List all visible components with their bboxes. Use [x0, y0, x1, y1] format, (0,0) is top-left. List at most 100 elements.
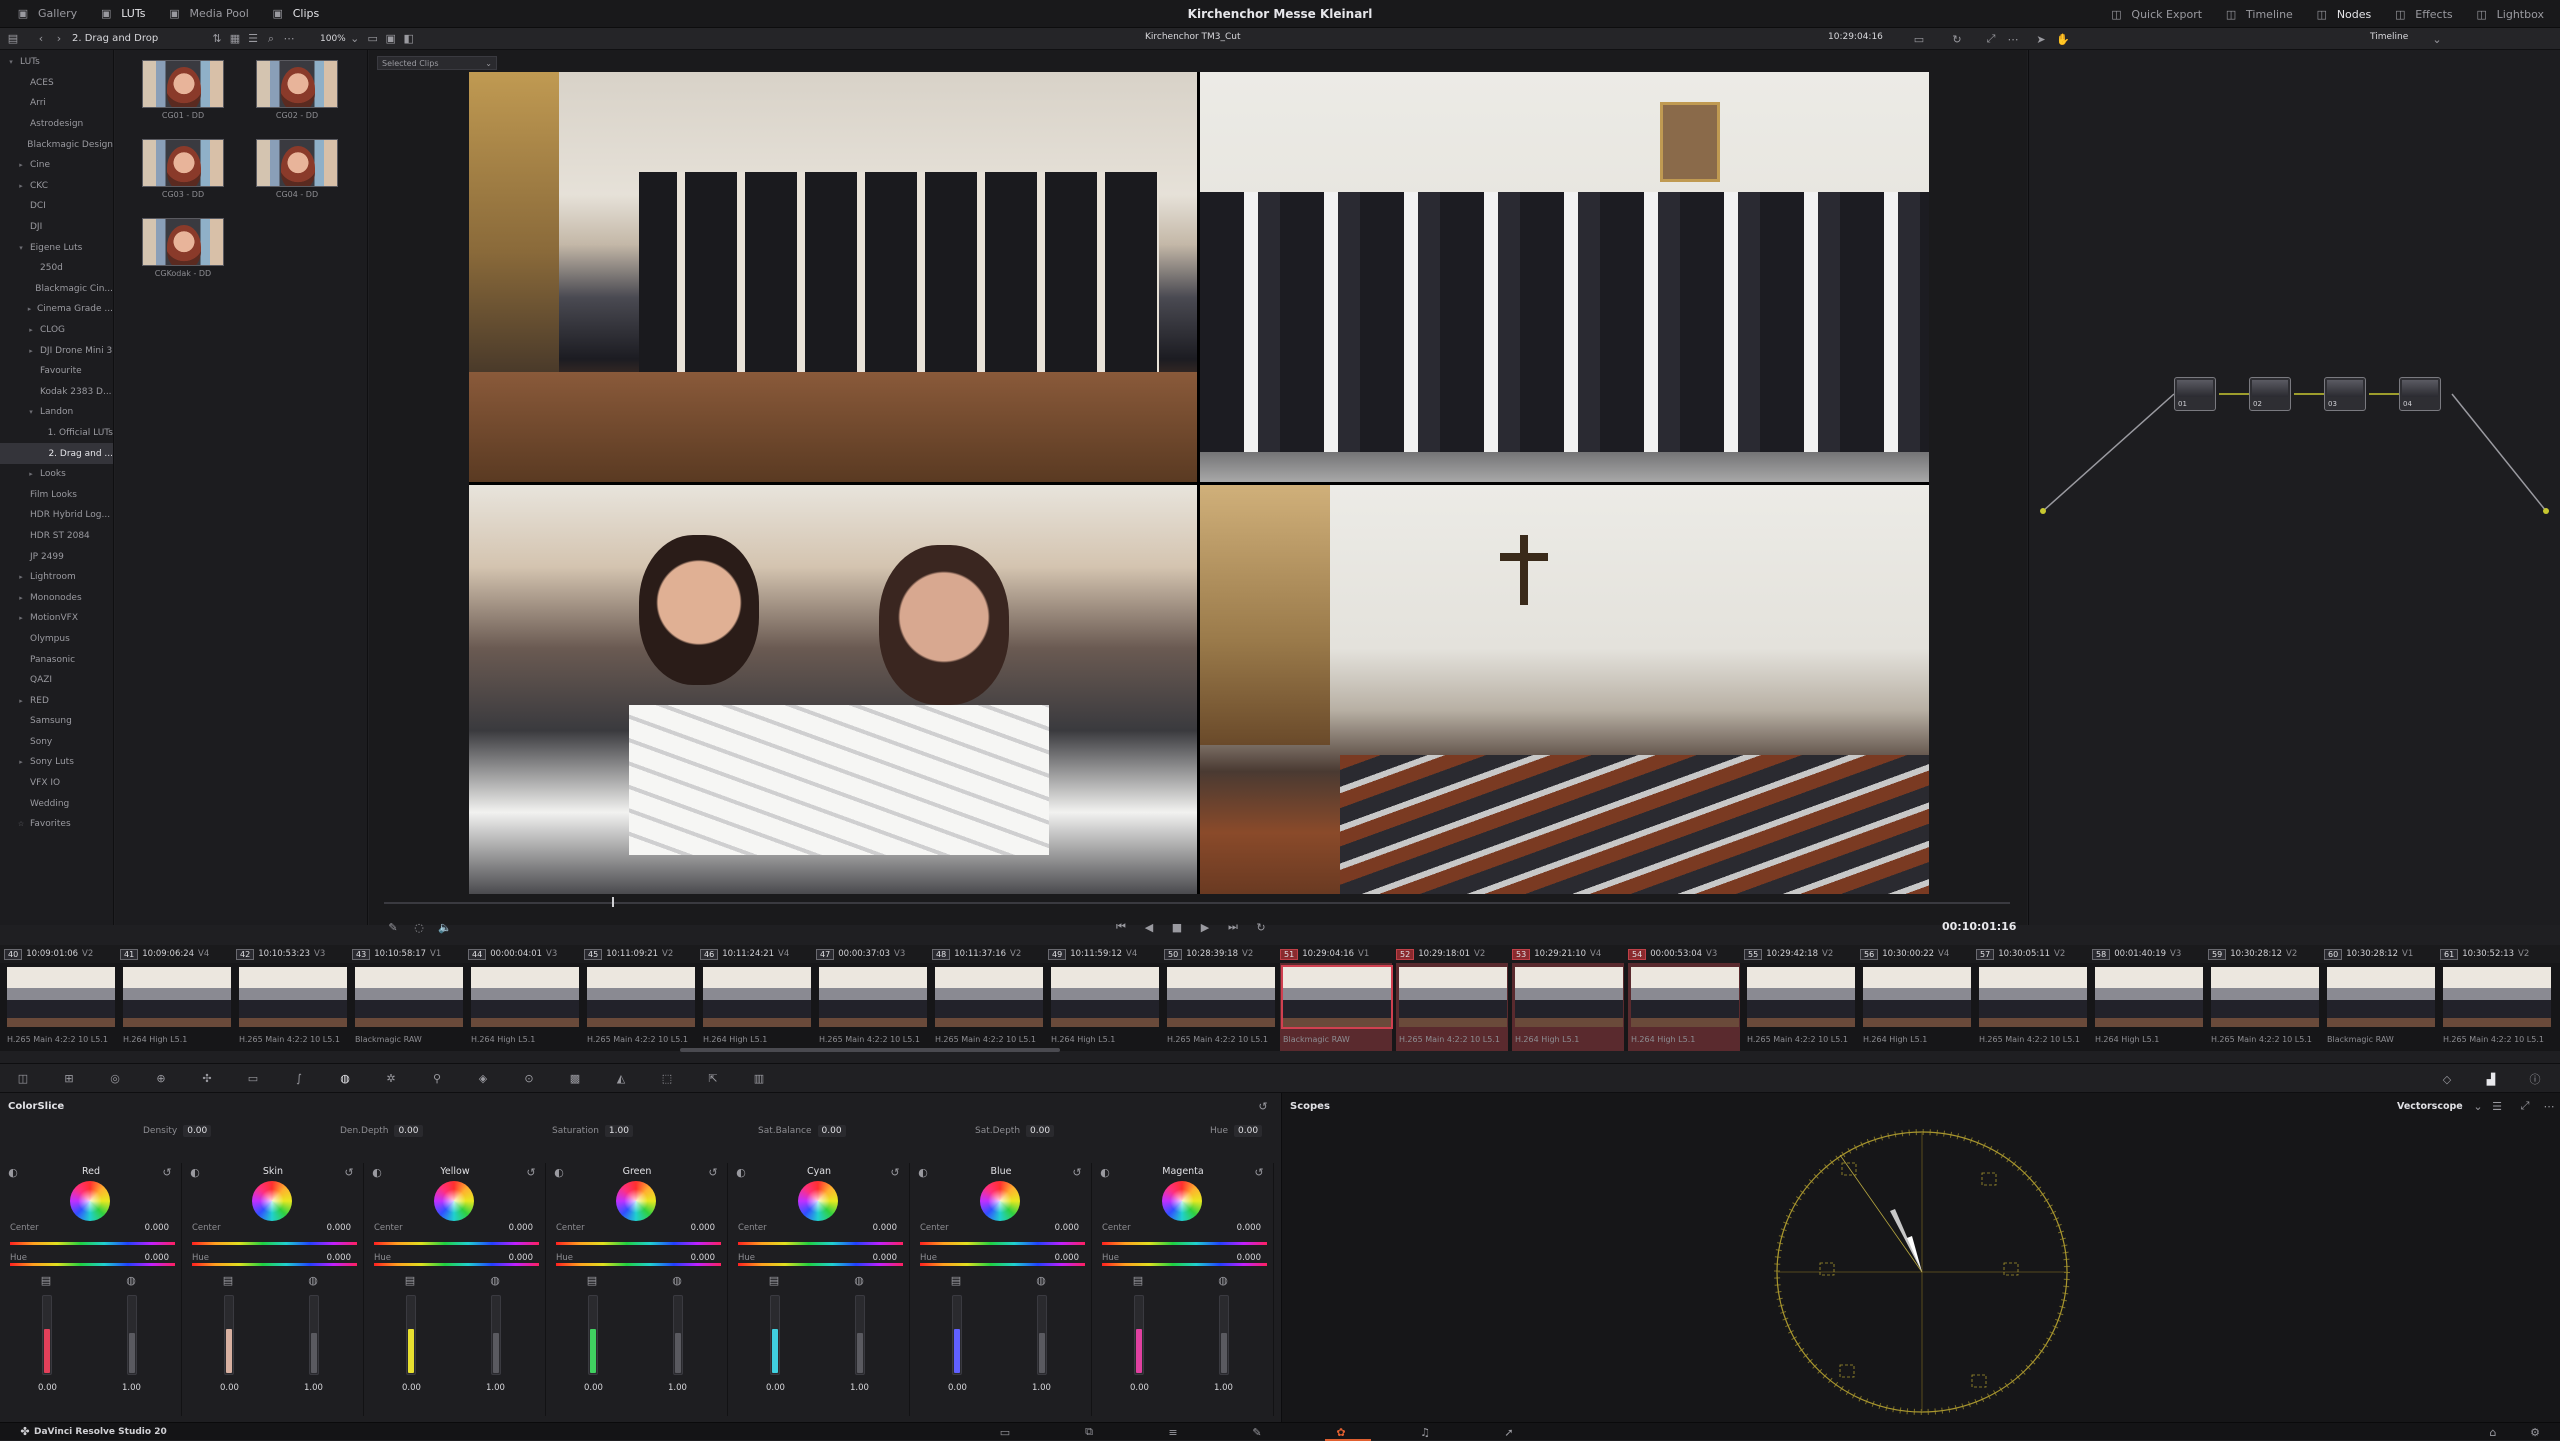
back-icon[interactable]: ‹	[32, 30, 50, 48]
center-value[interactable]: 0.000	[145, 1223, 169, 1233]
zoom-level[interactable]: 100%	[320, 34, 346, 44]
sidebar-item[interactable]: ▸ DJI Drone Mini 3	[0, 340, 113, 361]
deliver-page-icon[interactable]: ➚	[1500, 1423, 1518, 1441]
global-value[interactable]: 0.00	[183, 1125, 212, 1137]
global-control[interactable]: Hue 0.00	[1210, 1125, 1263, 1137]
sidebar-item[interactable]: Film Looks	[0, 484, 113, 505]
hue-value[interactable]: 0.000	[873, 1253, 897, 1263]
sidebar-item[interactable]: Blackmagic Cin...	[0, 279, 113, 300]
density-slider[interactable]	[224, 1295, 234, 1375]
sidebar-item[interactable]: ☆ Favorites	[0, 814, 113, 835]
sidebar-item[interactable]: Blackmagic Design	[0, 134, 113, 155]
reset-icon[interactable]: ↺	[886, 1163, 904, 1181]
reset-icon[interactable]: ↺	[340, 1163, 358, 1181]
more-options-icon[interactable]: ⋯	[280, 30, 298, 48]
edit-page-icon[interactable]: ≡	[1164, 1423, 1182, 1441]
home-icon[interactable]: ⌂	[2484, 1423, 2502, 1441]
info-icon[interactable]: ⓘ	[2526, 1070, 2544, 1088]
clip-thumbnail[interactable]: Blackmagic RAW	[1280, 963, 1393, 1051]
clip-thumbnail[interactable]: H.264 High L5.1	[1860, 963, 1972, 1051]
hand-icon[interactable]: ✋	[2054, 30, 2072, 48]
hue-slider-track[interactable]	[738, 1242, 903, 1245]
hue-value[interactable]: 0.000	[509, 1253, 533, 1263]
scope-mode-select[interactable]: Vectorscope	[2397, 1101, 2463, 1112]
hue-value[interactable]: 0.000	[145, 1253, 169, 1263]
selected-clips-dropdown[interactable]: Selected Clips ⌄	[377, 56, 497, 70]
chevron-down-icon[interactable]: ⌄	[2469, 1097, 2487, 1115]
clip-thumbnail[interactable]: Blackmagic RAW	[352, 963, 464, 1051]
rgb-mixer-icon[interactable]: ✣	[198, 1069, 216, 1087]
clip-thumbnail[interactable]: H.264 High L5.1	[468, 963, 580, 1051]
go-to-start-icon[interactable]: ⏮	[1112, 918, 1130, 936]
magic-mask-icon[interactable]: ▩	[566, 1069, 584, 1087]
global-control[interactable]: Den.Depth 0.00	[340, 1125, 423, 1137]
search-icon[interactable]: ⌕	[262, 30, 280, 48]
clip-thumbnail[interactable]: Blackmagic RAW	[2324, 963, 2436, 1051]
split-view-icon[interactable]: ▣	[382, 30, 400, 48]
clip-thumbnail[interactable]: H.264 High L5.1	[1048, 963, 1160, 1051]
clip-thumbnail[interactable]: H.265 Main 4:2:2 10 L5.1	[1396, 963, 1508, 1051]
density-value[interactable]: 0.00	[948, 1383, 967, 1393]
camera-raw-icon[interactable]: ◫	[14, 1069, 32, 1087]
list-view-icon[interactable]: ☰	[244, 30, 262, 48]
chevron-down-icon[interactable]: ⌄	[346, 30, 364, 48]
top-tab-luts[interactable]: ▣ LUTs	[87, 0, 155, 28]
global-control[interactable]: Sat.Depth 0.00	[975, 1125, 1055, 1137]
density-slider[interactable]	[406, 1295, 416, 1375]
saturation-slider[interactable]	[491, 1295, 501, 1375]
global-value[interactable]: 0.00	[817, 1125, 846, 1137]
clip-thumbnail[interactable]: H.265 Main 4:2:2 10 L5.1	[584, 963, 696, 1051]
panel-tab-quick-export[interactable]: ◫ Quick Export	[2097, 0, 2212, 28]
hue-value[interactable]: 0.000	[691, 1253, 715, 1263]
saturation-value[interactable]: 1.00	[304, 1383, 323, 1393]
stop-icon[interactable]: ■	[1168, 918, 1186, 936]
scope-settings-icon[interactable]: ☰	[2488, 1097, 2506, 1115]
hue-value[interactable]: 0.000	[1055, 1253, 1079, 1263]
display-icon[interactable]: ▭	[1910, 30, 1928, 48]
qualifier-icon[interactable]: ⚲	[428, 1069, 446, 1087]
density-value[interactable]: 0.00	[584, 1383, 603, 1393]
motion-effects-icon[interactable]: ▭	[244, 1069, 262, 1087]
sidebar-item[interactable]: Kodak 2383 D...	[0, 382, 113, 403]
fullscreen-icon[interactable]: ⤢	[1982, 30, 2000, 48]
panel-tab-lightbox[interactable]: ◫ Lightbox	[2463, 0, 2554, 28]
center-value[interactable]: 0.000	[873, 1223, 897, 1233]
global-value[interactable]: 0.00	[1234, 1125, 1263, 1137]
color-node[interactable]: 03	[2324, 377, 2366, 411]
sizing-icon[interactable]: ⇱	[704, 1069, 722, 1087]
panel-tab-nodes[interactable]: ◫ Nodes	[2303, 0, 2381, 28]
reset-icon[interactable]: ↺	[1250, 1163, 1268, 1181]
curves-icon[interactable]: ∫	[290, 1069, 308, 1087]
reset-icon[interactable]: ↺	[1254, 1097, 1272, 1115]
timeline-name[interactable]: Kirchenchor TM3_Cut	[1145, 32, 1241, 42]
sidebar-item[interactable]: ▸ MotionVFX	[0, 608, 113, 629]
hue-value[interactable]: 0.000	[1237, 1253, 1261, 1263]
sidebar-item[interactable]: 1. Official LUTs	[0, 423, 113, 444]
density-value[interactable]: 0.00	[1130, 1383, 1149, 1393]
speaker-icon[interactable]: 🔈	[436, 918, 454, 936]
saturation-value[interactable]: 1.00	[122, 1383, 141, 1393]
lut-thumbnail[interactable]: CG04 - DD	[256, 139, 338, 199]
sidebar-item[interactable]: ACES	[0, 73, 113, 94]
more-options-icon[interactable]: ⋯	[2004, 30, 2022, 48]
color-wheel[interactable]	[434, 1181, 474, 1221]
sidebar-item[interactable]: ▾ Landon	[0, 402, 113, 423]
chevron-down-icon[interactable]: ⌄	[2428, 30, 2446, 48]
clip-thumbnail[interactable]: H.265 Main 4:2:2 10 L5.1	[2440, 963, 2552, 1051]
clip-thumbnail[interactable]: H.265 Main 4:2:2 10 L5.1	[4, 963, 116, 1051]
sidebar-item[interactable]: ▸ Sony Luts	[0, 752, 113, 773]
clip-thumbnail[interactable]: H.265 Main 4:2:2 10 L5.1	[236, 963, 348, 1051]
density-value[interactable]: 0.00	[766, 1383, 785, 1393]
saturation-slider[interactable]	[855, 1295, 865, 1375]
scope-expand-icon[interactable]: ⤢	[2516, 1097, 2534, 1115]
media-page-icon[interactable]: ▭	[996, 1423, 1014, 1441]
disclosure-arrow-icon[interactable]: ▸	[26, 305, 33, 313]
sidebar-item[interactable]: ▸ CLOG	[0, 320, 113, 341]
center-value[interactable]: 0.000	[1237, 1223, 1261, 1233]
sidebar-item[interactable]: VFX IO	[0, 773, 113, 794]
sidebar-item[interactable]: Panasonic	[0, 649, 113, 670]
disclosure-arrow-icon[interactable]: ▸	[16, 182, 26, 190]
eyedropper-icon[interactable]: ✎	[384, 918, 402, 936]
disclosure-arrow-icon[interactable]: ▸	[26, 470, 36, 478]
saturation-slider[interactable]	[1219, 1295, 1229, 1375]
